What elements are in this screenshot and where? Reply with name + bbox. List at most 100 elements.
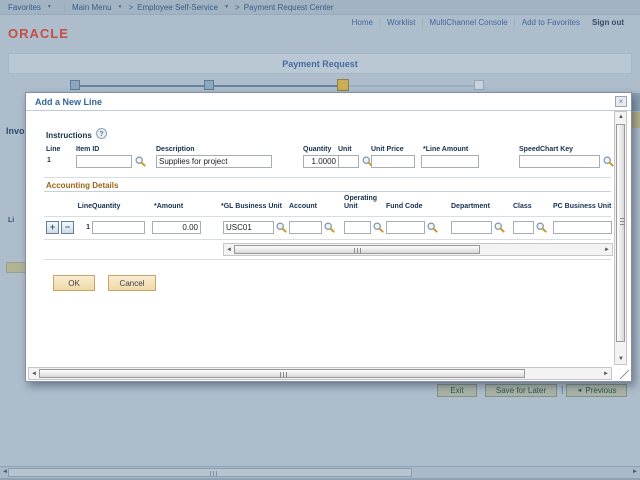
background-sliver: [632, 93, 640, 111]
resize-grip-icon[interactable]: [620, 370, 629, 379]
link-divider: |: [379, 18, 381, 27]
close-icon[interactable]: ×: [615, 96, 627, 107]
row-quantity-field[interactable]: [92, 221, 145, 234]
sign-out-link[interactable]: Sign out: [592, 18, 624, 27]
quantity-label: Quantity: [303, 146, 331, 153]
previous-arrow-icon: ◄: [576, 388, 582, 394]
item-id-field[interactable]: [76, 155, 132, 168]
exit-button[interactable]: Exit: [437, 384, 477, 397]
item-id-lookup-icon[interactable]: [135, 156, 146, 167]
home-link[interactable]: Home: [352, 18, 373, 27]
link-divider: |: [514, 18, 516, 27]
unit-price-field[interactable]: [371, 155, 415, 168]
multichannel-console-link[interactable]: MultiChannel Console: [429, 18, 507, 27]
row-amount-field[interactable]: [152, 221, 201, 234]
ok-button[interactable]: OK: [53, 275, 95, 291]
crumb-separator: >: [235, 3, 240, 12]
add-to-favorites-link[interactable]: Add to Favorites: [522, 18, 580, 27]
chevron-down-icon: ▼: [118, 4, 123, 10]
save-for-later-button[interactable]: Save for Later: [485, 384, 557, 397]
application-window: Favorites ▼ | Main Menu ▼ > Employee Sel…: [0, 0, 640, 480]
page-horizontal-scrollbar[interactable]: ◄ ►: [0, 466, 640, 478]
row-operating-unit-field[interactable]: [344, 221, 371, 234]
scrollbar-grip: [280, 372, 287, 377]
page-title: Payment Request: [8, 53, 632, 74]
page-scrollbar-thumb[interactable]: [8, 468, 412, 477]
scrollbar-grip: [620, 218, 625, 225]
previous-button[interactable]: ◄ Previous: [566, 384, 627, 397]
crumb-separator: >: [128, 3, 133, 12]
col-department: Department: [451, 203, 507, 211]
worklist-link[interactable]: Worklist: [387, 18, 415, 27]
scroll-down-icon[interactable]: ▼: [618, 356, 624, 362]
chevron-down-icon: ▼: [224, 4, 229, 10]
col-account: Account: [289, 203, 339, 211]
scroll-right-icon[interactable]: ►: [632, 469, 638, 475]
department-lookup-icon[interactable]: [494, 222, 505, 233]
col-gl-business-unit: *GL Business Unit: [221, 203, 287, 211]
chevron-down-icon: ▼: [47, 4, 52, 10]
dialog-hscrollbar-thumb[interactable]: [39, 369, 525, 378]
scroll-left-icon[interactable]: ◄: [226, 247, 232, 253]
unit-price-label: Unit Price: [371, 146, 404, 153]
header-links: Home | Worklist | MultiChannel Console |…: [0, 15, 632, 30]
oracle-logo: ORACLE: [8, 26, 69, 41]
main-menu[interactable]: Main Menu: [72, 3, 112, 12]
dialog-vertical-scrollbar[interactable]: ▲ ▼: [614, 111, 627, 365]
line-number-value: 1: [47, 157, 51, 164]
speedchart-key-field[interactable]: [519, 155, 600, 168]
line-label: Line: [46, 146, 60, 153]
col-class: Class: [513, 203, 543, 211]
dialog-horizontal-scrollbar[interactable]: ◄ ►: [28, 367, 612, 380]
favorites-menu[interactable]: Favorites: [8, 3, 41, 12]
row-department-field[interactable]: [451, 221, 492, 234]
item-id-label: Item ID: [76, 146, 99, 153]
gl-business-unit-lookup-icon[interactable]: [276, 222, 287, 233]
add-row-button[interactable]: +: [46, 221, 59, 234]
train-step-3-current: [337, 79, 349, 91]
description-label: Description: [156, 146, 195, 153]
cancel-button[interactable]: Cancel: [108, 275, 156, 291]
breadcrumb-item-ess[interactable]: Employee Self-Service: [137, 3, 218, 12]
speedchart-lookup-icon[interactable]: [603, 156, 614, 167]
footer-divider: |: [561, 384, 563, 394]
row-pc-business-unit-field[interactable]: [553, 221, 612, 234]
train-step-4: [474, 80, 484, 90]
section-divider: [44, 259, 611, 260]
scroll-right-icon[interactable]: ►: [603, 371, 609, 377]
row-line-number: 1: [72, 224, 90, 231]
grid-divider: [44, 239, 611, 240]
help-icon[interactable]: ?: [96, 128, 107, 139]
grid-scrollbar-thumb[interactable]: [234, 245, 480, 254]
row-fund-code-field[interactable]: [386, 221, 425, 234]
grid-horizontal-scrollbar[interactable]: ◄ ►: [223, 243, 613, 256]
section-divider: [44, 177, 611, 178]
col-amount: *Amount: [154, 203, 210, 211]
row-gl-business-unit-field[interactable]: [223, 221, 274, 234]
background-label-partial: Li: [8, 217, 14, 224]
quantity-field[interactable]: [303, 155, 339, 168]
col-quantity: Quantity: [92, 203, 152, 211]
operating-unit-lookup-icon[interactable]: [373, 222, 384, 233]
row-account-field[interactable]: [289, 221, 322, 234]
scroll-right-icon[interactable]: ►: [604, 247, 610, 253]
col-fund-code: Fund Code: [386, 203, 442, 211]
col-pc-business-unit: PC Business Unit: [553, 203, 615, 211]
line-amount-field[interactable]: [421, 155, 479, 168]
grid-divider: [44, 216, 611, 217]
description-field[interactable]: [156, 155, 272, 168]
unit-field[interactable]: [338, 155, 359, 168]
scroll-left-icon[interactable]: ◄: [31, 371, 37, 377]
fund-code-lookup-icon[interactable]: [427, 222, 438, 233]
scroll-up-icon[interactable]: ▲: [618, 114, 624, 120]
dialog-vscrollbar-thumb[interactable]: [616, 124, 625, 342]
unit-label: Unit: [338, 146, 352, 153]
train-step-2: [204, 80, 214, 90]
speedchart-key-label: SpeedChart Key: [519, 146, 573, 153]
account-lookup-icon[interactable]: [324, 222, 335, 233]
train-step-1: [70, 80, 80, 90]
background-button-partial: [6, 262, 26, 273]
breadcrumb: Favorites ▼ | Main Menu ▼ > Employee Sel…: [0, 0, 640, 15]
class-lookup-icon[interactable]: [536, 222, 547, 233]
row-class-field[interactable]: [513, 221, 534, 234]
